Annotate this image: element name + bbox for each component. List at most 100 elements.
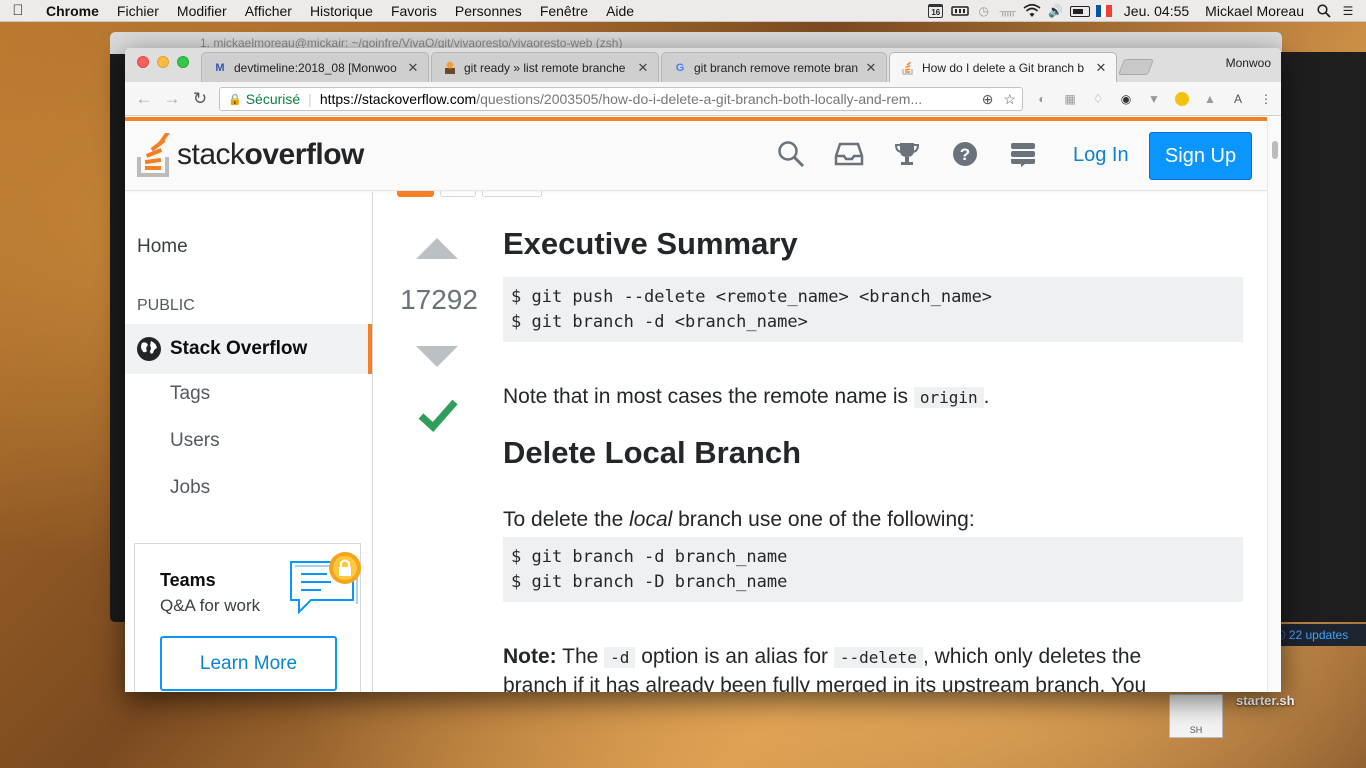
angular-augury-icon[interactable]: ▲ [1201, 90, 1219, 108]
menu-historique[interactable]: Historique [301, 3, 382, 19]
reload-icon[interactable]: ↻ [189, 88, 211, 110]
so-logo[interactable]: stackoverflow [137, 133, 364, 177]
forward-arrow-icon[interactable]: → [161, 88, 183, 110]
apple-menu-icon[interactable]:  [0, 2, 36, 19]
login-button[interactable]: Log In [1061, 137, 1141, 173]
tab-strip: M devtimeline:2018_08 [Monwoo ✕ git read… [125, 48, 1281, 82]
angular-extension-icon[interactable]: A [1229, 90, 1247, 108]
sort-tab-active[interactable] [397, 191, 434, 197]
site-switcher-icon[interactable] [1008, 139, 1038, 169]
scrollbar-thumb[interactable] [1272, 141, 1278, 159]
extension-2-icon[interactable]: ▦ [1061, 90, 1079, 108]
code-block-local: $ git branch -d branch_name $ git branch … [503, 537, 1243, 602]
tab-git-ready[interactable]: git ready » list remote branche ✕ [431, 52, 659, 82]
desktop-file-badge: SH [1189, 725, 1203, 735]
emphasis-local: local [629, 508, 673, 531]
extension-1-icon[interactable]: ◐ [1033, 90, 1051, 108]
url-host: https://stackoverflow.com [319, 91, 477, 107]
left-sidebar: Home PUBLIC Stack Overflow Tags Users Jo… [125, 192, 373, 692]
menu-afficher[interactable]: Afficher [236, 3, 301, 19]
code-block-summary: $ git push --delete <remote_name> <branc… [503, 277, 1243, 342]
menu-aide[interactable]: Aide [597, 3, 643, 19]
answer-sort-tabs [397, 191, 542, 197]
nav-users[interactable]: Users [170, 430, 220, 452]
signup-button[interactable]: Sign Up [1149, 132, 1252, 180]
nav-home[interactable]: Home [137, 236, 188, 258]
code-line: $ git push --delete <remote_name> <branc… [511, 287, 993, 307]
github-extension-icon[interactable]: ◉ [1117, 90, 1135, 108]
note-delete-paragraph-line2: branch if it has already been fully merg… [503, 674, 1147, 692]
minimize-window-button[interactable] [157, 56, 169, 68]
close-window-button[interactable] [137, 56, 149, 68]
menu-fichier[interactable]: Fichier [108, 3, 168, 19]
moon-extension-icon[interactable] [1173, 90, 1191, 108]
achievements-trophy-icon[interactable] [892, 139, 922, 169]
address-bar[interactable]: 🔒 Sécurisé | https://stackoverflow.com/q… [219, 87, 1023, 111]
text: The [556, 645, 605, 668]
battery-icon[interactable] [1068, 0, 1092, 22]
bookmark-star-icon[interactable]: ☆ [1003, 91, 1016, 108]
nav-stackoverflow[interactable]: Stack Overflow [125, 324, 372, 374]
text: Note that in most cases the remote name … [503, 385, 914, 408]
calendar-icon[interactable]: 16 [924, 0, 948, 22]
zoom-window-button[interactable] [177, 56, 189, 68]
chrome-menu-icon[interactable]: ⋮ [1257, 90, 1275, 108]
nav-tags[interactable]: Tags [170, 383, 210, 405]
mediawiki-favicon-icon: M [215, 61, 225, 74]
back-arrow-icon[interactable]: ← [133, 88, 155, 110]
menubar-clock[interactable]: Jeu. 04:55 [1116, 3, 1197, 19]
note-origin-paragraph: Note that in most cases the remote name … [503, 385, 990, 409]
so-logo-text: stackoverflow [177, 138, 364, 172]
menu-favoris[interactable]: Favoris [382, 3, 446, 19]
tab-title: devtimeline:2018_08 [Monwoo [234, 60, 397, 75]
heading-executive-summary: Executive Summary [503, 226, 798, 261]
bluetooth-icon[interactable]: ᚅ [996, 0, 1020, 22]
volume-icon[interactable]: 🔊 [1044, 0, 1068, 22]
nav-stackoverflow-label: Stack Overflow [170, 338, 308, 359]
omnibox-separator: | [308, 91, 312, 107]
nav-section-public: PUBLIC [137, 297, 195, 314]
sort-tab[interactable] [440, 191, 476, 197]
tab-devtimeline[interactable]: M devtimeline:2018_08 [Monwoo ✕ [201, 52, 429, 82]
code-line: $ git branch -d <branch_name> [511, 312, 808, 332]
close-tab-icon[interactable]: ✕ [636, 60, 650, 76]
close-tab-icon[interactable]: ✕ [864, 60, 878, 76]
stackoverflow-favicon-icon [900, 60, 916, 76]
so-logo-icon [137, 133, 171, 177]
close-tab-icon[interactable]: ✕ [406, 60, 420, 76]
wifi-icon[interactable] [1020, 0, 1044, 22]
tab-google-search[interactable]: G git branch remove remote bran ✕ [661, 52, 887, 82]
time-machine-icon[interactable]: ◷ [972, 0, 996, 22]
code-line: $ git branch -D branch_name [511, 572, 788, 592]
upvote-button[interactable] [416, 238, 458, 259]
vue-devtools-icon[interactable]: ▼ [1145, 90, 1163, 108]
inbox-icon[interactable] [834, 139, 864, 169]
menu-personnes[interactable]: Personnes [446, 3, 531, 19]
extension-3-icon[interactable]: ♢ [1089, 90, 1107, 108]
menu-modifier[interactable]: Modifier [168, 3, 236, 19]
notification-center-icon[interactable]: ☰ [1336, 0, 1360, 22]
close-tab-icon[interactable]: ✕ [1094, 60, 1108, 76]
learn-more-button[interactable]: Learn More [160, 636, 337, 691]
menu-app-chrome[interactable]: Chrome [36, 3, 108, 19]
sort-tab[interactable] [482, 191, 542, 197]
menu-fenetre[interactable]: Fenêtre [531, 3, 597, 19]
help-icon[interactable]: ? [950, 139, 980, 169]
downvote-button[interactable] [416, 346, 458, 367]
desktop-file-label[interactable]: starter.sh [1236, 693, 1295, 708]
memory-chip-icon[interactable] [948, 0, 972, 22]
spotlight-search-icon[interactable] [1312, 0, 1336, 22]
search-icon[interactable] [776, 139, 806, 169]
vote-count: 17292 [400, 284, 478, 315]
menubar-user[interactable]: Mickael Moreau [1197, 3, 1312, 19]
nav-jobs[interactable]: Jobs [170, 477, 210, 499]
desktop-file-icon[interactable]: SH [1169, 694, 1223, 738]
page-scrollbar[interactable] [1267, 117, 1281, 692]
svg-text:?: ? [960, 145, 970, 164]
tab-stackoverflow[interactable]: How do I delete a Git branch b ✕ [889, 52, 1117, 82]
input-source-flag-icon[interactable] [1092, 0, 1116, 22]
profile-button[interactable]: Monwoo [1226, 56, 1271, 70]
heading-delete-local-branch: Delete Local Branch [503, 435, 802, 470]
new-tab-button[interactable] [1118, 59, 1154, 75]
zoom-icon[interactable]: ⊕ [982, 91, 994, 108]
